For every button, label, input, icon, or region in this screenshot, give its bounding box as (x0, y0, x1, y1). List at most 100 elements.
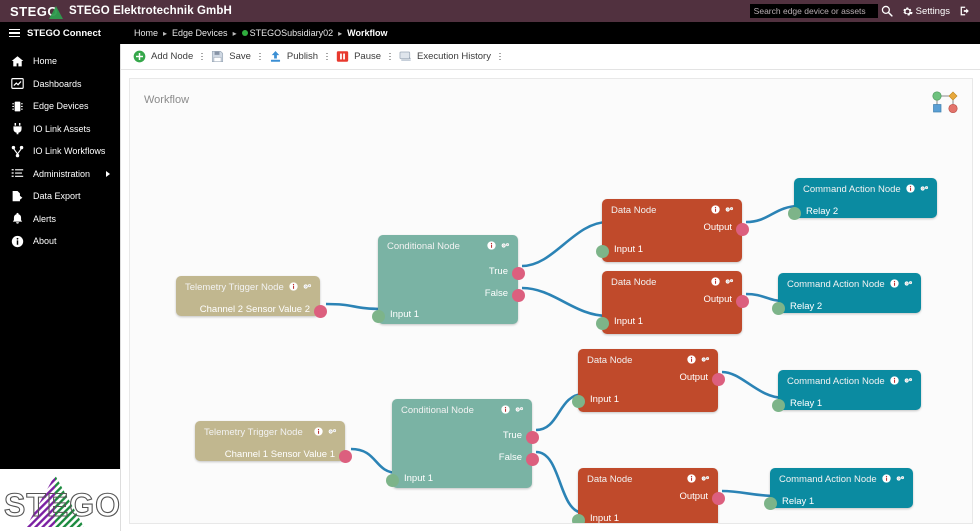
info-icon[interactable] (711, 205, 720, 214)
node-telemetry[interactable]: Telemetry Trigger Node Channel 2 Sensor V… (176, 276, 327, 318)
sidebar-item-io-link-assets[interactable]: IO Link Assets (0, 118, 120, 141)
info-icon[interactable] (890, 279, 899, 288)
workflow-canvas[interactable]: Workflow Telemetry Trigger Node Channel 2… (129, 78, 973, 524)
execution-history-button[interactable]: Execution History (395, 44, 495, 70)
settings-gear-icon[interactable] (920, 184, 929, 193)
input-port[interactable] (787, 207, 801, 220)
node-command[interactable]: Command Action Node Relay 1 (771, 370, 921, 412)
sidebar-item-io-link-workflows[interactable]: IO Link Workflows (0, 140, 120, 163)
settings-gear-icon[interactable] (904, 376, 913, 385)
settings-gear-icon[interactable] (725, 205, 734, 214)
kebab-menu-icon[interactable] (495, 44, 505, 70)
info-icon[interactable] (687, 474, 696, 483)
search-input[interactable] (749, 4, 878, 18)
node-input-label: Input 1 (404, 473, 434, 484)
sidebar-item-alerts[interactable]: Alerts (0, 208, 120, 231)
edge-connection (535, 450, 585, 515)
kebab-menu-icon[interactable] (322, 44, 332, 70)
output-port[interactable] (525, 453, 539, 466)
output-port[interactable] (338, 450, 352, 463)
plug-icon (11, 122, 24, 135)
kebab-menu-icon[interactable] (255, 44, 265, 70)
input-port[interactable] (571, 395, 585, 408)
settings-gear-icon[interactable] (904, 279, 913, 288)
pause-button[interactable]: Pause (332, 44, 385, 70)
settings-gear-icon[interactable] (501, 241, 510, 250)
home-icon (11, 55, 24, 68)
settings-gear-icon[interactable] (328, 427, 337, 436)
info-icon[interactable] (882, 474, 891, 483)
settings-gear-icon[interactable] (896, 474, 905, 483)
output-port[interactable] (511, 289, 525, 302)
breadcrumb-item[interactable]: Home (134, 28, 158, 38)
sidebar-item-home[interactable]: Home (0, 50, 120, 73)
settings-gear-icon[interactable] (725, 277, 734, 286)
header-actions: Settings (749, 4, 971, 18)
settings-gear-icon[interactable] (303, 282, 312, 291)
input-port[interactable] (771, 302, 785, 315)
info-icon[interactable] (487, 241, 496, 250)
node-conditional[interactable]: Conditional Node True False Input 1 (371, 235, 525, 324)
breadcrumb-item[interactable]: Edge Devices (172, 28, 228, 38)
output-port[interactable] (711, 492, 725, 505)
node-title: Command Action Node (779, 474, 877, 485)
node-telemetry[interactable]: Telemetry Trigger Node Channel 1 Sensor V… (195, 421, 352, 463)
graph-overview-icon[interactable] (930, 89, 960, 117)
input-port[interactable] (385, 474, 399, 487)
search-icon[interactable] (881, 5, 893, 17)
node-conditional[interactable]: Conditional Node True False Input 1 (385, 399, 539, 488)
output-port[interactable] (525, 431, 539, 444)
sidebar-item-administration[interactable]: Administration (0, 163, 120, 186)
info-icon[interactable] (501, 405, 510, 414)
node-title: Conditional Node (401, 405, 474, 416)
input-port[interactable] (571, 514, 585, 523)
publish-button[interactable]: Publish (265, 44, 322, 70)
input-port[interactable] (595, 317, 609, 330)
hamburger-icon[interactable] (9, 28, 20, 38)
output-port[interactable] (735, 223, 749, 236)
stego-triangle-icon (49, 5, 64, 19)
info-icon[interactable] (314, 427, 323, 436)
node-data[interactable]: Data Node Output Input 1 (571, 349, 725, 412)
node-command[interactable]: Command Action Node Relay 2 (787, 178, 937, 220)
input-port[interactable] (771, 399, 785, 412)
input-port[interactable] (595, 245, 609, 258)
settings-button[interactable]: Settings (902, 6, 950, 17)
output-port[interactable] (313, 305, 327, 318)
node-data[interactable]: Data Node Output Input 1 (595, 199, 749, 262)
export-icon (11, 190, 24, 203)
list-icon (11, 167, 24, 180)
add-node-button[interactable]: Add Node (129, 44, 197, 70)
stego-logo[interactable]: STEGO (10, 0, 64, 22)
node-data[interactable]: Data Node Output Input 1 (571, 468, 725, 523)
breadcrumb-separator: ▸ (232, 28, 237, 38)
info-icon[interactable] (687, 355, 696, 364)
settings-gear-icon[interactable] (701, 474, 710, 483)
output-port[interactable] (511, 267, 525, 280)
input-port[interactable] (371, 310, 385, 323)
node-title: Telemetry Trigger Node (185, 282, 284, 293)
input-port[interactable] (763, 497, 777, 510)
node-input-label: Relay 1 (790, 398, 823, 409)
node-command[interactable]: Command Action Node Relay 2 (771, 273, 921, 315)
logout-icon[interactable] (959, 5, 971, 17)
node-title: Data Node (611, 277, 657, 288)
info-icon[interactable] (890, 376, 899, 385)
info-icon[interactable] (906, 184, 915, 193)
breadcrumb-item[interactable]: STEGOSubsidiary02 (241, 28, 333, 38)
output-port[interactable] (711, 373, 725, 386)
info-icon[interactable] (711, 277, 720, 286)
save-button[interactable]: Save (207, 44, 255, 70)
sidebar-item-dashboards[interactable]: Dashboards (0, 73, 120, 96)
output-port[interactable] (735, 295, 749, 308)
kebab-menu-icon[interactable] (385, 44, 395, 70)
settings-gear-icon[interactable] (701, 355, 710, 364)
info-icon[interactable] (289, 282, 298, 291)
sidebar-item-data-export[interactable]: Data Export (0, 185, 120, 208)
settings-gear-icon[interactable] (515, 405, 524, 414)
sidebar-item-about[interactable]: About (0, 230, 120, 253)
sidebar-item-edge-devices[interactable]: Edge Devices (0, 95, 120, 118)
node-data[interactable]: Data Node Output Input 1 (595, 271, 749, 334)
kebab-menu-icon[interactable] (197, 44, 207, 70)
node-command[interactable]: Command Action Node Relay 1 (763, 468, 913, 510)
